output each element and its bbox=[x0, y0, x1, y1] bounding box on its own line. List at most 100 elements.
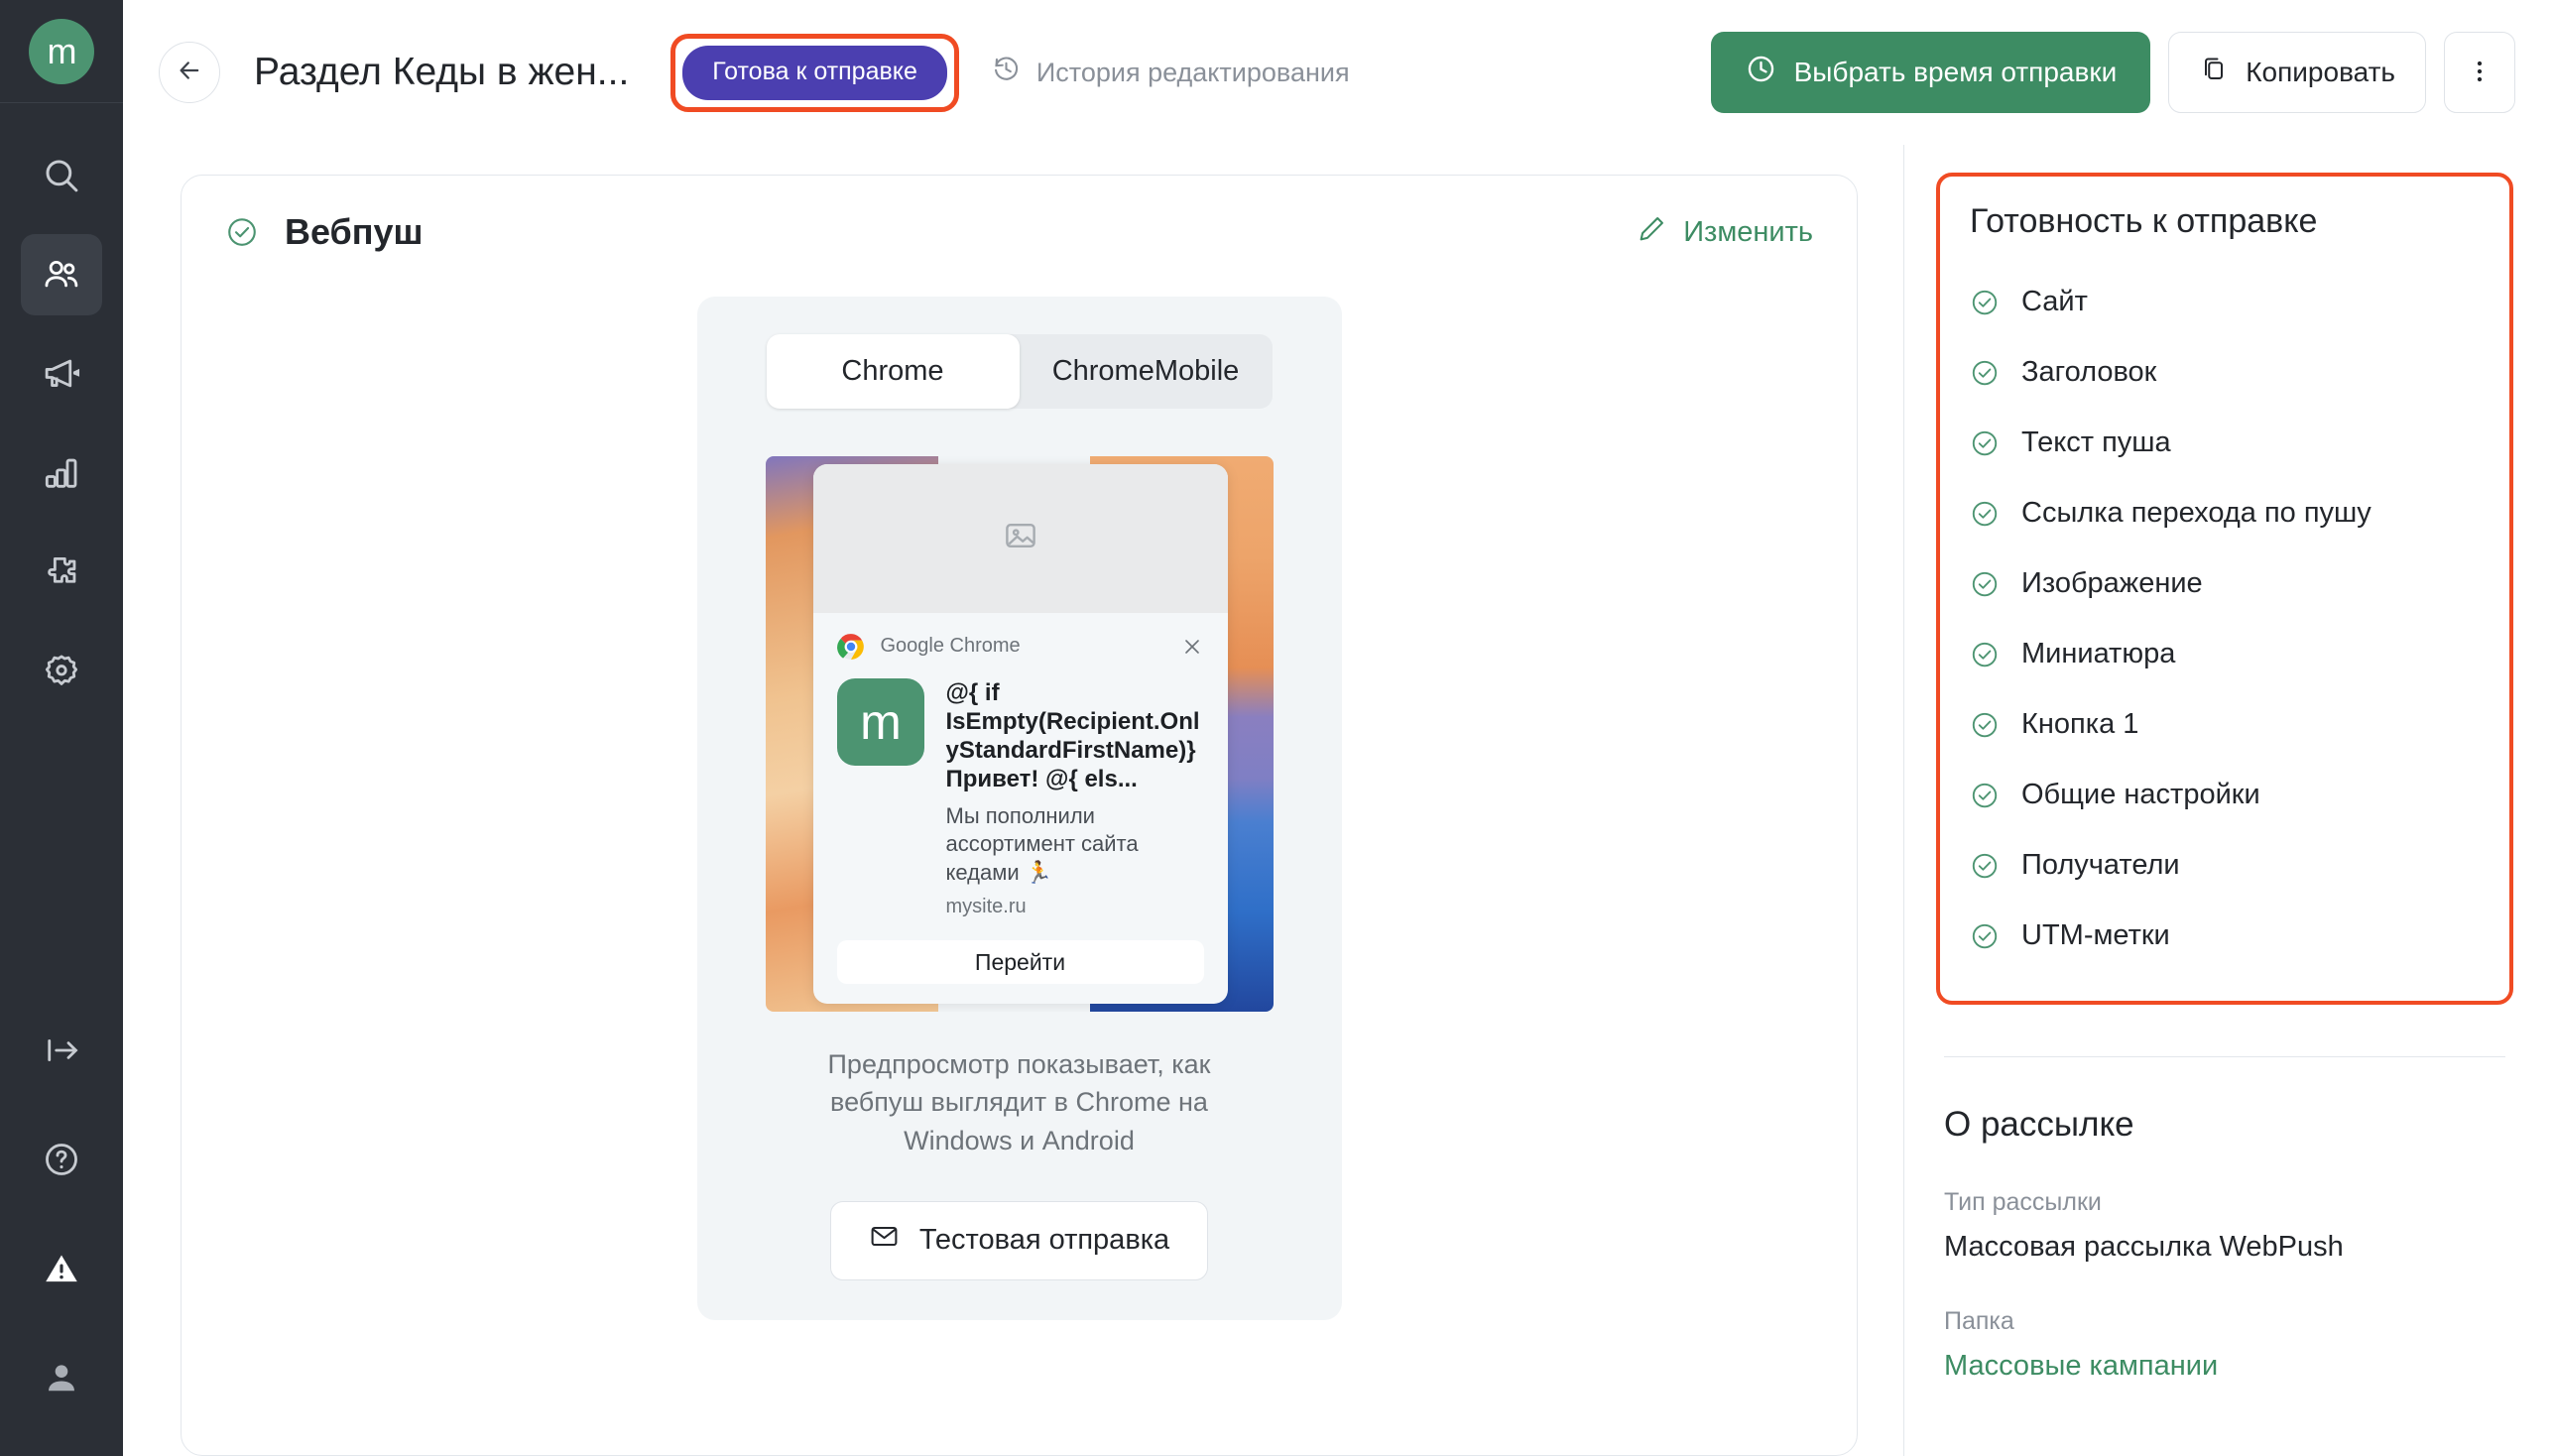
schedule-send-button[interactable]: Выбрать время отправки bbox=[1710, 32, 2151, 113]
copy-label: Копировать bbox=[2246, 57, 2395, 87]
back-button[interactable] bbox=[159, 42, 220, 103]
list-item[interactable]: Сайт bbox=[1970, 267, 2480, 337]
list-item[interactable]: Получатели bbox=[1970, 830, 2480, 901]
tab-chrome[interactable]: Chrome bbox=[766, 334, 1020, 409]
tab-chrome-mobile[interactable]: ChromeMobile bbox=[1020, 334, 1273, 409]
list-item-label: Ссылка перехода по пушу bbox=[2021, 497, 2371, 529]
preview-platform-tabs: Chrome ChromeMobile bbox=[766, 334, 1273, 409]
campaign-type-label: Тип рассылки bbox=[1944, 1188, 2102, 1216]
page-title: Раздел Кеды в жен... bbox=[254, 51, 630, 93]
about-section: О рассылке Тип рассылки Массовая рассылк… bbox=[1936, 1105, 2513, 1383]
list-item-label: Текст пуша bbox=[2021, 426, 2171, 458]
notification-body: Google Chrome m @{ if IsEmpty(Recipient.… bbox=[813, 613, 1228, 919]
list-item[interactable]: UTM-метки bbox=[1970, 901, 2480, 971]
right-panel: Готовность к отправке Сайт Заголовок Тек… bbox=[1903, 145, 2553, 1456]
list-item-label: Изображение bbox=[2021, 567, 2203, 599]
webpush-card: Вебпуш Изменить Chrome ChromeMobile Goog… bbox=[181, 175, 1858, 1456]
list-item[interactable]: Кнопка 1 bbox=[1970, 689, 2480, 760]
readiness-items: Сайт Заголовок Текст пуша Ссылка переход… bbox=[1970, 267, 2480, 971]
check-circle-icon bbox=[1970, 640, 2000, 669]
notification-preview-frame: Google Chrome m @{ if IsEmpty(Recipient.… bbox=[765, 456, 1274, 1012]
list-item[interactable]: Текст пуша bbox=[1970, 408, 2480, 478]
chrome-icon bbox=[836, 633, 865, 661]
logout-icon bbox=[41, 1030, 82, 1071]
sidebar-item-search[interactable] bbox=[21, 135, 102, 216]
more-vertical-icon bbox=[2465, 57, 2494, 89]
preview-panel: Chrome ChromeMobile Google Chrome m @{i… bbox=[696, 297, 1342, 1320]
pencil-icon bbox=[1637, 213, 1667, 252]
sidebar-item-logout[interactable] bbox=[21, 1010, 102, 1091]
panel-divider bbox=[1944, 1056, 2505, 1057]
notification-action-button[interactable]: Перейти bbox=[836, 940, 1204, 984]
check-circle-icon bbox=[225, 215, 259, 249]
puzzle-icon bbox=[41, 551, 82, 593]
list-item[interactable]: Миниатюра bbox=[1970, 619, 2480, 689]
copy-icon bbox=[2199, 55, 2229, 91]
status-badge-highlight: Готова к отправке bbox=[670, 33, 959, 112]
about-title: О рассылке bbox=[1944, 1105, 2134, 1144]
search-icon bbox=[41, 155, 82, 196]
card-title: Вебпуш bbox=[285, 211, 424, 252]
check-circle-icon bbox=[1970, 710, 2000, 740]
header-actions: Выбрать время отправки Копировать bbox=[1710, 32, 2515, 113]
sidebar-item-settings[interactable] bbox=[21, 631, 102, 712]
page-header: Раздел Кеды в жен... Готова к отправке И… bbox=[123, 0, 2553, 145]
notification-message: Мы пополнили ассортимент сайта кедами 🏃 bbox=[945, 802, 1139, 885]
notification-source-name: Google Chrome bbox=[880, 635, 1021, 658]
sidebar: m bbox=[0, 0, 123, 1456]
sidebar-logo[interactable]: m bbox=[0, 0, 123, 103]
warning-icon bbox=[41, 1248, 82, 1289]
app-root: m Раздел Кеды в жен... Готова к отправке… bbox=[0, 0, 2553, 1456]
schedule-send-label: Выбрать время отправки bbox=[1793, 57, 2118, 87]
page-body: Вебпуш Изменить Chrome ChromeMobile Goog… bbox=[123, 145, 2553, 1456]
sidebar-item-campaigns[interactable] bbox=[21, 333, 102, 415]
sidebar-item-contacts[interactable] bbox=[21, 234, 102, 315]
notification-url: mysite.ru bbox=[945, 896, 1027, 918]
list-item-label: Общие настройки bbox=[2021, 779, 2260, 810]
image-placeholder-icon bbox=[1002, 517, 1039, 559]
list-item-label: Получатели bbox=[2021, 849, 2180, 881]
more-actions-button[interactable] bbox=[2444, 32, 2515, 113]
notification-text: @{ if IsEmpty(Recipient.OnlyStandardFirs… bbox=[946, 678, 1204, 919]
edit-history-link[interactable]: История редактирования bbox=[991, 54, 1350, 91]
list-item-label: Сайт bbox=[2021, 286, 2088, 317]
edit-label: Изменить bbox=[1683, 215, 1813, 248]
close-icon[interactable] bbox=[1180, 635, 1204, 659]
user-icon bbox=[41, 1357, 82, 1398]
sidebar-item-help[interactable] bbox=[21, 1119, 102, 1200]
preview-note: Предпросмотр показывает, как вебпуш выгл… bbox=[827, 1049, 1211, 1155]
check-circle-icon bbox=[1970, 358, 2000, 388]
readiness-title: Готовность к отправке bbox=[1970, 202, 2318, 240]
question-icon bbox=[41, 1139, 82, 1180]
check-circle-icon bbox=[1970, 288, 2000, 317]
campaign-type-value: Массовая рассылка WebPush bbox=[1944, 1231, 2344, 1263]
sidebar-item-account[interactable] bbox=[21, 1337, 102, 1418]
edit-button[interactable]: Изменить bbox=[1637, 213, 1813, 252]
arrow-left-icon bbox=[176, 57, 203, 89]
megaphone-icon bbox=[41, 353, 82, 395]
list-item[interactable]: Заголовок bbox=[1970, 337, 2480, 408]
list-item[interactable]: Изображение bbox=[1970, 548, 2480, 619]
list-item-label: Заголовок bbox=[2021, 356, 2157, 388]
test-send-button[interactable]: Тестовая отправка bbox=[829, 1200, 1209, 1280]
notification-content: m @{ if IsEmpty(Recipient.OnlyStandardFi… bbox=[836, 677, 1204, 919]
list-item[interactable]: Ссылка перехода по пушу bbox=[1970, 478, 2480, 548]
check-circle-icon bbox=[1970, 781, 2000, 810]
envelope-icon bbox=[869, 1221, 900, 1260]
test-send-label: Тестовая отправка bbox=[918, 1224, 1170, 1257]
notification-title: @{ if IsEmpty(Recipient.OnlyStandardFirs… bbox=[945, 678, 1200, 793]
check-circle-icon bbox=[1970, 428, 2000, 458]
folder-value-link[interactable]: Массовые кампании bbox=[1944, 1350, 2505, 1383]
sidebar-item-analytics[interactable] bbox=[21, 432, 102, 514]
content-area: Вебпуш Изменить Chrome ChromeMobile Goog… bbox=[123, 145, 1903, 1456]
sidebar-item-integrations[interactable] bbox=[21, 532, 102, 613]
copy-button[interactable]: Копировать bbox=[2168, 32, 2426, 113]
readiness-checklist: Готовность к отправке Сайт Заголовок Тек… bbox=[1936, 173, 2513, 1005]
gear-icon bbox=[41, 651, 82, 692]
status-badge[interactable]: Готова к отправке bbox=[682, 45, 947, 100]
sidebar-bottom-group bbox=[21, 982, 102, 1456]
list-item[interactable]: Общие настройки bbox=[1970, 760, 2480, 830]
folder-label: Папка bbox=[1944, 1307, 2014, 1335]
sidebar-item-alerts[interactable] bbox=[21, 1228, 102, 1309]
contacts-icon bbox=[41, 254, 82, 296]
